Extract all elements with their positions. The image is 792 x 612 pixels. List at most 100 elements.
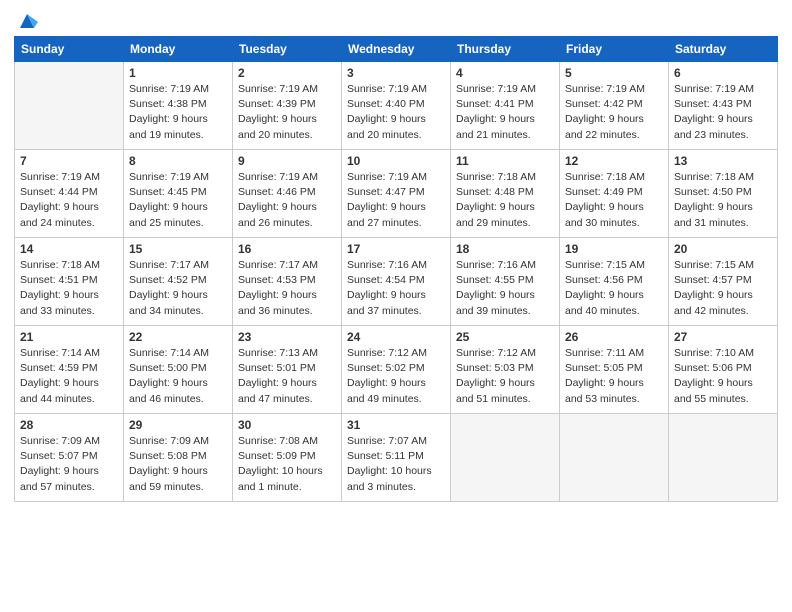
calendar-cell: 23 Sunrise: 7:13 AMSunset: 5:01 PMDayligh… bbox=[233, 326, 342, 414]
day-number: 28 bbox=[20, 418, 118, 432]
calendar-cell: 6 Sunrise: 7:19 AMSunset: 4:43 PMDaylight… bbox=[669, 62, 778, 150]
day-number: 8 bbox=[129, 154, 227, 168]
calendar-cell: 9Sunrise: 7:19 AMSunset: 4:46 PMDaylight… bbox=[233, 150, 342, 238]
day-info: Sunrise: 7:16 AMSunset: 4:54 PMDaylight:… bbox=[347, 258, 445, 319]
day-info: Sunrise: 7:19 AMSunset: 4:42 PMDaylight:… bbox=[565, 82, 663, 143]
page: SundayMondayTuesdayWednesdayThursdayFrid… bbox=[0, 0, 792, 612]
day-info: Sunrise: 7:19 AMSunset: 4:44 PMDaylight:… bbox=[20, 170, 118, 231]
dow-header: Tuesday bbox=[233, 37, 342, 62]
day-number: 9 bbox=[238, 154, 336, 168]
day-number: 17 bbox=[347, 242, 445, 256]
calendar-week-row: 1 Sunrise: 7:19 AMSunset: 4:38 PMDaylight… bbox=[15, 62, 778, 150]
calendar-cell: 19Sunrise: 7:15 AMSunset: 4:56 PMDayligh… bbox=[560, 238, 669, 326]
day-info: Sunrise: 7:15 AMSunset: 4:57 PMDaylight:… bbox=[674, 258, 772, 319]
calendar-cell: 17 Sunrise: 7:16 AMSunset: 4:54 PMDayligh… bbox=[342, 238, 451, 326]
day-number: 30 bbox=[238, 418, 336, 432]
calendar-cell: 5 Sunrise: 7:19 AMSunset: 4:42 PMDaylight… bbox=[560, 62, 669, 150]
calendar-cell: 28 Sunrise: 7:09 AMSunset: 5:07 PMDayligh… bbox=[15, 414, 124, 502]
dow-header: Saturday bbox=[669, 37, 778, 62]
calendar-cell: 7 Sunrise: 7:19 AMSunset: 4:44 PMDaylight… bbox=[15, 150, 124, 238]
day-number: 10 bbox=[347, 154, 445, 168]
day-number: 11 bbox=[456, 154, 554, 168]
day-number: 24 bbox=[347, 330, 445, 344]
logo-icon bbox=[16, 10, 38, 32]
day-number: 12 bbox=[565, 154, 663, 168]
day-number: 13 bbox=[674, 154, 772, 168]
calendar-cell: 4Sunrise: 7:19 AMSunset: 4:41 PMDaylight… bbox=[451, 62, 560, 150]
day-info: Sunrise: 7:11 AMSunset: 5:05 PMDaylight:… bbox=[565, 346, 663, 407]
calendar-week-row: 21 Sunrise: 7:14 AMSunset: 4:59 PMDayligh… bbox=[15, 326, 778, 414]
day-info: Sunrise: 7:14 AMSunset: 4:59 PMDaylight:… bbox=[20, 346, 118, 407]
calendar-week-row: 7 Sunrise: 7:19 AMSunset: 4:44 PMDaylight… bbox=[15, 150, 778, 238]
day-number: 6 bbox=[674, 66, 772, 80]
day-number: 20 bbox=[674, 242, 772, 256]
calendar-body: 1 Sunrise: 7:19 AMSunset: 4:38 PMDaylight… bbox=[15, 62, 778, 502]
dow-header: Thursday bbox=[451, 37, 560, 62]
day-info: Sunrise: 7:18 AMSunset: 4:51 PMDaylight:… bbox=[20, 258, 118, 319]
calendar-cell: 10 Sunrise: 7:19 AMSunset: 4:47 PMDayligh… bbox=[342, 150, 451, 238]
calendar-cell: 16 Sunrise: 7:17 AMSunset: 4:53 PMDayligh… bbox=[233, 238, 342, 326]
day-info: Sunrise: 7:08 AMSunset: 5:09 PMDaylight:… bbox=[238, 434, 336, 495]
dow-header: Friday bbox=[560, 37, 669, 62]
calendar-cell: 25Sunrise: 7:12 AMSunset: 5:03 PMDayligh… bbox=[451, 326, 560, 414]
calendar-week-row: 28 Sunrise: 7:09 AMSunset: 5:07 PMDayligh… bbox=[15, 414, 778, 502]
calendar-cell: 29Sunrise: 7:09 AMSunset: 5:08 PMDayligh… bbox=[124, 414, 233, 502]
day-info: Sunrise: 7:19 AMSunset: 4:39 PMDaylight:… bbox=[238, 82, 336, 143]
day-number: 14 bbox=[20, 242, 118, 256]
day-info: Sunrise: 7:18 AMSunset: 4:50 PMDaylight:… bbox=[674, 170, 772, 231]
day-number: 15 bbox=[129, 242, 227, 256]
day-number: 3 bbox=[347, 66, 445, 80]
day-number: 23 bbox=[238, 330, 336, 344]
logo bbox=[14, 10, 40, 30]
day-info: Sunrise: 7:19 AMSunset: 4:43 PMDaylight:… bbox=[674, 82, 772, 143]
day-number: 4 bbox=[456, 66, 554, 80]
day-info: Sunrise: 7:18 AMSunset: 4:48 PMDaylight:… bbox=[456, 170, 554, 231]
day-number: 16 bbox=[238, 242, 336, 256]
day-info: Sunrise: 7:09 AMSunset: 5:08 PMDaylight:… bbox=[129, 434, 227, 495]
day-number: 18 bbox=[456, 242, 554, 256]
calendar-cell: 21 Sunrise: 7:14 AMSunset: 4:59 PMDayligh… bbox=[15, 326, 124, 414]
calendar-cell: 14 Sunrise: 7:18 AMSunset: 4:51 PMDayligh… bbox=[15, 238, 124, 326]
day-info: Sunrise: 7:09 AMSunset: 5:07 PMDaylight:… bbox=[20, 434, 118, 495]
day-number: 5 bbox=[565, 66, 663, 80]
calendar-cell: 22 Sunrise: 7:14 AMSunset: 5:00 PMDayligh… bbox=[124, 326, 233, 414]
dow-header: Monday bbox=[124, 37, 233, 62]
day-info: Sunrise: 7:18 AMSunset: 4:49 PMDaylight:… bbox=[565, 170, 663, 231]
logo-text bbox=[14, 10, 40, 30]
day-info: Sunrise: 7:19 AMSunset: 4:47 PMDaylight:… bbox=[347, 170, 445, 231]
day-number: 31 bbox=[347, 418, 445, 432]
calendar-cell: 30 Sunrise: 7:08 AMSunset: 5:09 PMDayligh… bbox=[233, 414, 342, 502]
calendar-cell: 2 Sunrise: 7:19 AMSunset: 4:39 PMDaylight… bbox=[233, 62, 342, 150]
day-info: Sunrise: 7:19 AMSunset: 4:38 PMDaylight:… bbox=[129, 82, 227, 143]
calendar-cell: 24Sunrise: 7:12 AMSunset: 5:02 PMDayligh… bbox=[342, 326, 451, 414]
day-info: Sunrise: 7:07 AMSunset: 5:11 PMDaylight:… bbox=[347, 434, 445, 495]
calendar-cell: 13 Sunrise: 7:18 AMSunset: 4:50 PMDayligh… bbox=[669, 150, 778, 238]
calendar-cell: 15 Sunrise: 7:17 AMSunset: 4:52 PMDayligh… bbox=[124, 238, 233, 326]
header bbox=[14, 10, 778, 30]
day-info: Sunrise: 7:14 AMSunset: 5:00 PMDaylight:… bbox=[129, 346, 227, 407]
day-info: Sunrise: 7:13 AMSunset: 5:01 PMDaylight:… bbox=[238, 346, 336, 407]
calendar-cell: 3 Sunrise: 7:19 AMSunset: 4:40 PMDaylight… bbox=[342, 62, 451, 150]
day-number: 1 bbox=[129, 66, 227, 80]
dow-header: Sunday bbox=[15, 37, 124, 62]
calendar-cell bbox=[15, 62, 124, 150]
day-number: 21 bbox=[20, 330, 118, 344]
day-info: Sunrise: 7:19 AMSunset: 4:45 PMDaylight:… bbox=[129, 170, 227, 231]
day-number: 2 bbox=[238, 66, 336, 80]
days-of-week-row: SundayMondayTuesdayWednesdayThursdayFrid… bbox=[15, 37, 778, 62]
calendar-cell: 8 Sunrise: 7:19 AMSunset: 4:45 PMDaylight… bbox=[124, 150, 233, 238]
calendar-cell: 20 Sunrise: 7:15 AMSunset: 4:57 PMDayligh… bbox=[669, 238, 778, 326]
day-info: Sunrise: 7:17 AMSunset: 4:53 PMDaylight:… bbox=[238, 258, 336, 319]
calendar-cell: 31 Sunrise: 7:07 AMSunset: 5:11 PMDayligh… bbox=[342, 414, 451, 502]
calendar-cell: 26 Sunrise: 7:11 AMSunset: 5:05 PMDayligh… bbox=[560, 326, 669, 414]
day-number: 22 bbox=[129, 330, 227, 344]
day-number: 26 bbox=[565, 330, 663, 344]
calendar-week-row: 14 Sunrise: 7:18 AMSunset: 4:51 PMDayligh… bbox=[15, 238, 778, 326]
calendar-cell: 1 Sunrise: 7:19 AMSunset: 4:38 PMDaylight… bbox=[124, 62, 233, 150]
calendar-cell bbox=[669, 414, 778, 502]
day-info: Sunrise: 7:19 AMSunset: 4:40 PMDaylight:… bbox=[347, 82, 445, 143]
day-number: 27 bbox=[674, 330, 772, 344]
day-info: Sunrise: 7:17 AMSunset: 4:52 PMDaylight:… bbox=[129, 258, 227, 319]
day-number: 7 bbox=[20, 154, 118, 168]
calendar-cell bbox=[451, 414, 560, 502]
